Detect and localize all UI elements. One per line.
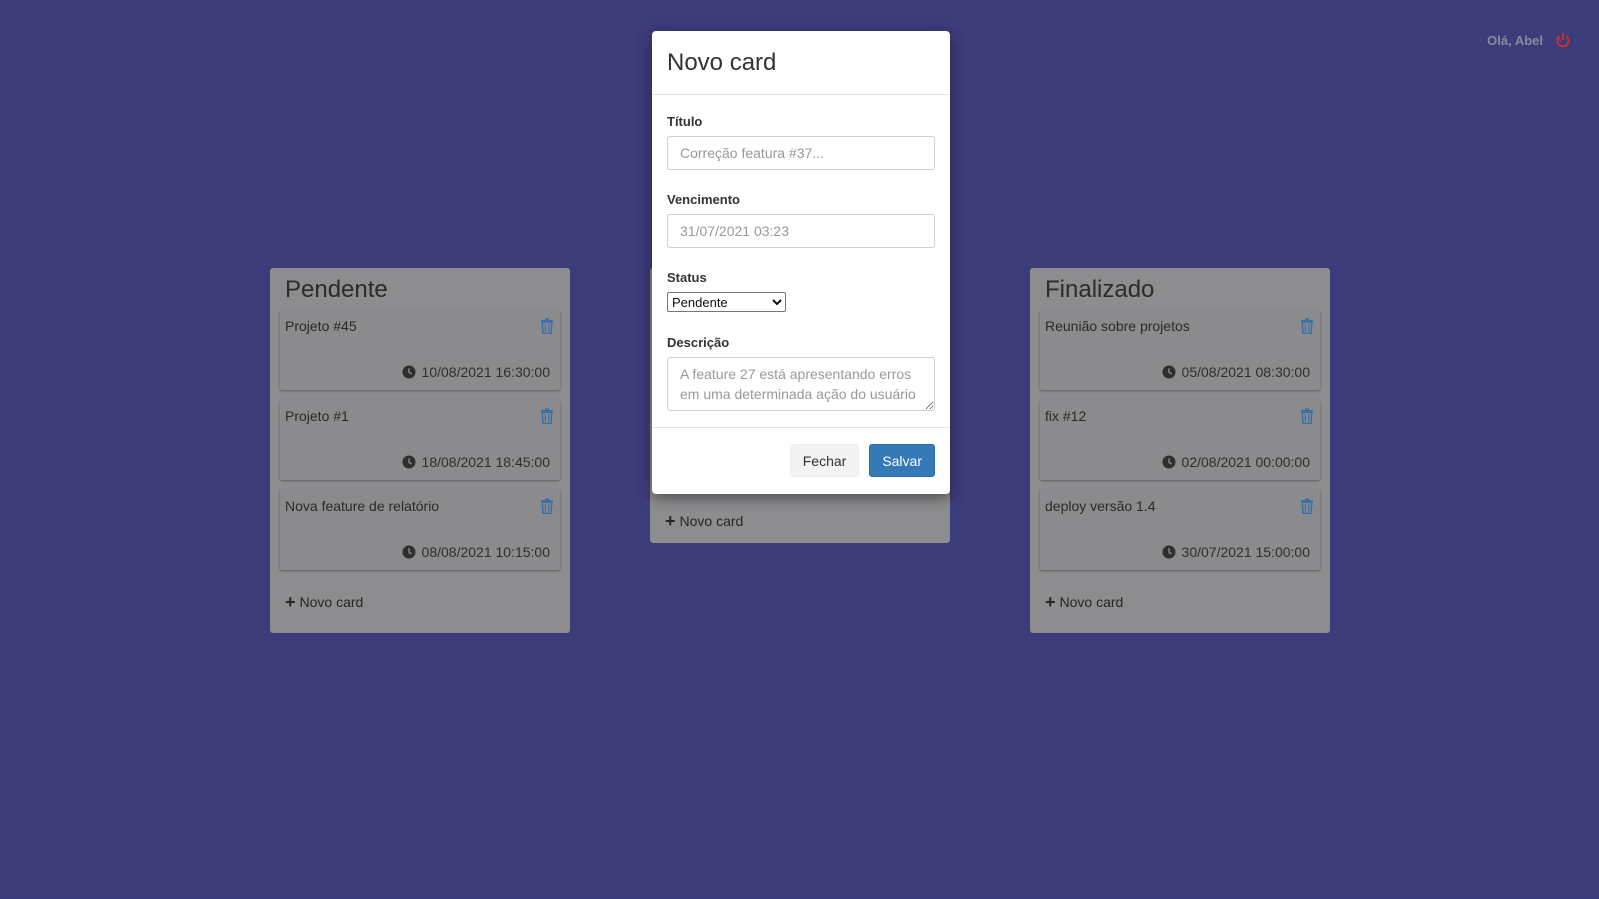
plus-icon: + [665, 511, 676, 531]
clock-icon [402, 455, 416, 469]
add-card-button[interactable]: + Novo card [280, 580, 560, 612]
new-card-modal: Novo card Título Vencimento Status Pende… [652, 31, 950, 494]
card-title: Nova feature de relatório [285, 498, 440, 514]
card-date-text: 08/08/2021 10:15:00 [421, 544, 550, 560]
trash-icon[interactable] [540, 408, 554, 424]
column-title: Finalizado [1045, 276, 1155, 303]
close-button[interactable]: Fechar [789, 444, 860, 477]
descricao-label: Descrição [667, 335, 730, 350]
card-due-date: 08/08/2021 10:15:00 [402, 544, 550, 560]
clock-icon [1162, 455, 1176, 469]
status-label: Status [667, 270, 707, 285]
trash-icon[interactable] [1300, 318, 1314, 334]
status-select[interactable]: Pendente [667, 292, 786, 312]
card-date-text: 05/08/2021 08:30:00 [1181, 364, 1310, 380]
power-icon[interactable] [1555, 32, 1571, 48]
card-date-text: 30/07/2021 15:00:00 [1181, 544, 1310, 560]
card-title: Projeto #1 [285, 408, 349, 424]
titulo-input[interactable] [667, 136, 935, 170]
card-title: Reunião sobre projetos [1045, 318, 1190, 334]
card-due-date: 02/08/2021 00:00:00 [1162, 454, 1310, 470]
modal-footer: Fechar Salvar [652, 428, 950, 493]
column-title: Pendente [285, 276, 388, 303]
titulo-label: Título [667, 114, 703, 129]
clock-icon [402, 545, 416, 559]
card-title: Projeto #45 [285, 318, 357, 334]
card-date-text: 10/08/2021 16:30:00 [421, 364, 550, 380]
plus-icon: + [285, 592, 296, 612]
vencimento-input[interactable] [667, 214, 935, 248]
card-due-date: 18/08/2021 18:45:00 [402, 454, 550, 470]
card-due-date: 30/07/2021 15:00:00 [1162, 544, 1310, 560]
card-date-text: 02/08/2021 00:00:00 [1181, 454, 1310, 470]
trash-icon[interactable] [1300, 408, 1314, 424]
modal-body: Título Vencimento Status Pendente Descri… [652, 95, 950, 428]
add-card-label: Novo card [299, 594, 364, 610]
card[interactable]: Reunião sobre projetos 05/08/2021 08:30:… [1040, 310, 1320, 390]
card[interactable]: Projeto #1 18/08/2021 18:45:00 [280, 400, 560, 480]
clock-icon [1162, 365, 1176, 379]
add-card-label: Novo card [1059, 594, 1124, 610]
trash-icon[interactable] [1300, 498, 1314, 514]
descricao-textarea[interactable] [667, 357, 935, 411]
clock-icon [402, 365, 416, 379]
card-date-text: 18/08/2021 18:45:00 [421, 454, 550, 470]
card-title: fix #12 [1045, 408, 1087, 424]
modal-title: Novo card [667, 49, 777, 76]
column-pendente: Pendente Projeto #45 10/08/2021 16:30:00… [270, 268, 570, 633]
card-due-date: 05/08/2021 08:30:00 [1162, 364, 1310, 380]
add-card-button[interactable]: + Novo card [1040, 580, 1320, 612]
card-due-date: 10/08/2021 16:30:00 [402, 364, 550, 380]
trash-icon[interactable] [540, 318, 554, 334]
clock-icon [1162, 545, 1176, 559]
modal-header: Novo card [652, 31, 950, 95]
card[interactable]: Nova feature de relatório 08/08/2021 10:… [280, 490, 560, 570]
vencimento-label: Vencimento [667, 192, 740, 207]
add-card-label: Novo card [679, 513, 744, 529]
user-menu: Olá, Abel [1487, 32, 1571, 48]
add-card-button[interactable]: + Novo card [665, 511, 744, 531]
card[interactable]: fix #12 02/08/2021 00:00:00 [1040, 400, 1320, 480]
column-finalizado: Finalizado Reunião sobre projetos 05/08/… [1030, 268, 1330, 633]
user-greeting: Olá, Abel [1487, 32, 1543, 48]
trash-icon[interactable] [540, 498, 554, 514]
plus-icon: + [1045, 592, 1056, 612]
card-title: deploy versão 1.4 [1045, 498, 1156, 514]
card[interactable]: Projeto #45 10/08/2021 16:30:00 [280, 310, 560, 390]
card[interactable]: deploy versão 1.4 30/07/2021 15:00:00 [1040, 490, 1320, 570]
save-button[interactable]: Salvar [869, 444, 935, 477]
